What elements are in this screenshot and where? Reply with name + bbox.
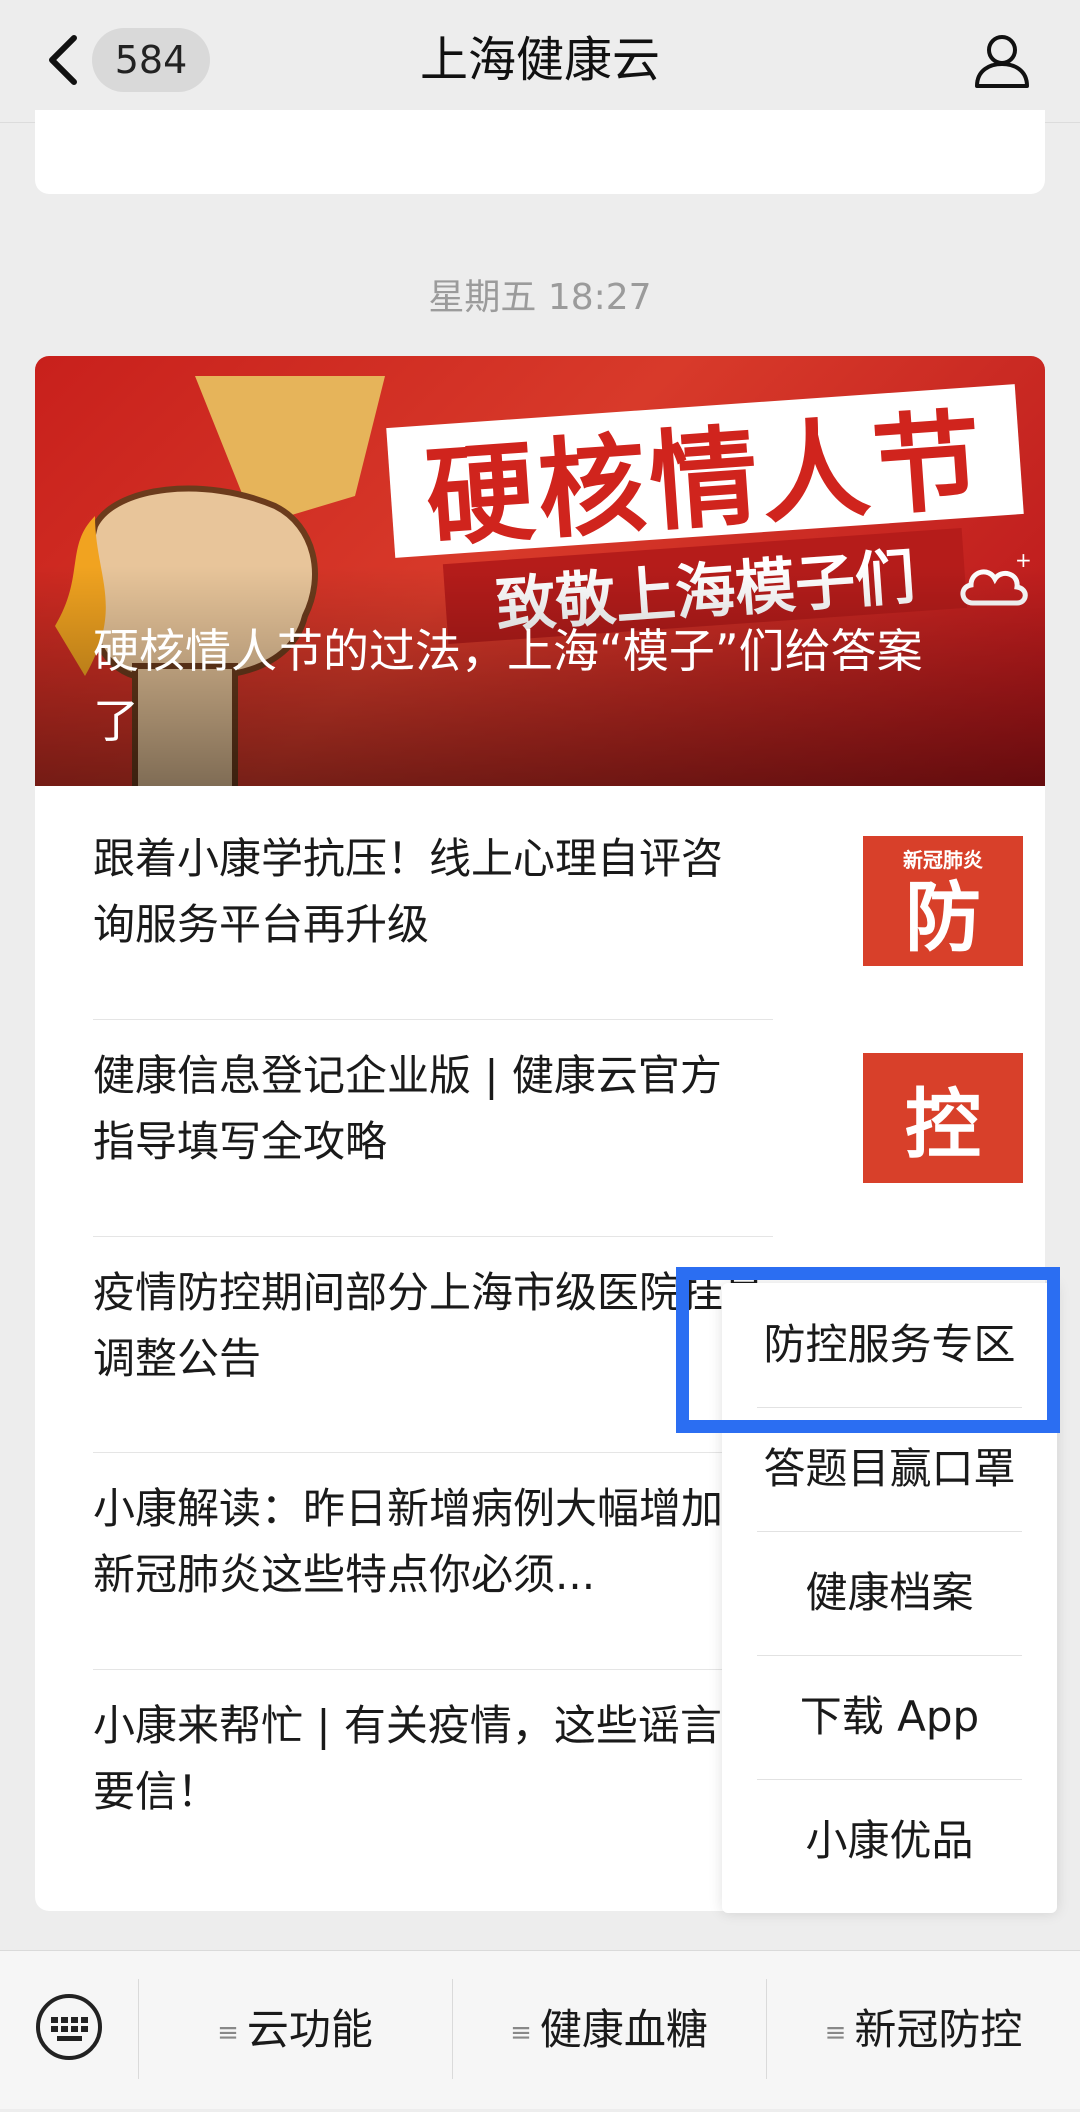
tab-covid-prevention[interactable]: ≡ 新冠防控: [767, 1951, 1080, 2109]
article-item[interactable]: 跟着小康学抗压！线上心理自评咨询服务平台再升级 新冠肺炎 防: [93, 826, 1023, 986]
divider: [93, 1452, 773, 1453]
article-title: 跟着小康学抗压！线上心理自评咨询服务平台再升级: [93, 834, 724, 949]
menu-lines-icon: ≡: [510, 2017, 532, 2048]
bottom-menu-bar: ≡ 云功能 ≡ 健康血糖 ≡ 新冠防控: [0, 1950, 1080, 2109]
menu-item-download-app[interactable]: 下载 App: [722, 1655, 1057, 1779]
tab-label: 新冠防控: [854, 2005, 1023, 2054]
article-title: 健康信息登记企业版 | 健康云官方指导填写全攻略: [93, 1051, 722, 1166]
tab-blood-sugar[interactable]: ≡ 健康血糖: [453, 1951, 765, 2109]
menu-item-health-records[interactable]: 健康档案: [722, 1531, 1057, 1655]
keyboard-icon[interactable]: [35, 1993, 103, 2061]
tab-label: 云功能: [246, 2005, 373, 2054]
divider: [93, 1236, 773, 1237]
tab-label: 健康血糖: [539, 2005, 708, 2054]
top-nav-bar: 584 上海健康云: [0, 0, 1080, 123]
menu-item-xiaokang-shop[interactable]: 小康优品: [722, 1779, 1057, 1903]
page-title: 上海健康云: [419, 32, 660, 88]
highlight-box: [676, 1267, 1060, 1433]
menu-lines-icon: ≡: [824, 2017, 847, 2048]
previous-message-card: [35, 110, 1045, 194]
thumbnail-tag: 新冠肺炎: [903, 848, 983, 872]
cover-article-title: 硬核情人节的过法，上海“模子”们给答案了: [93, 624, 923, 748]
article-title: 小康来帮忙 | 有关疫情，这些谣言不要信！: [93, 1701, 764, 1816]
article-thumbnail: 新冠肺炎 防: [863, 836, 1023, 966]
article-item[interactable]: 健康信息登记企业版 | 健康云官方指导填写全攻略 控: [93, 1043, 1023, 1203]
tab-cloud-functions[interactable]: ≡ 云功能: [139, 1951, 451, 2109]
thumbnail-text: 控: [905, 1080, 981, 1169]
article-title: 小康解读：昨日新增病例大幅增加？新冠肺炎这些特点你必须...: [93, 1484, 766, 1599]
divider: [93, 1669, 773, 1670]
user-profile-icon[interactable]: [972, 30, 1032, 90]
divider: [93, 1019, 773, 1020]
cover-article-banner[interactable]: 硬核情人节 致敬上海模子们 + 硬核情人节的过法，上海“模子”们给答案了: [35, 356, 1045, 786]
menu-lines-icon: ≡: [217, 2017, 239, 2048]
article-thumbnail: 控: [863, 1053, 1023, 1183]
message-timestamp: 星期五 18:27: [428, 277, 652, 318]
